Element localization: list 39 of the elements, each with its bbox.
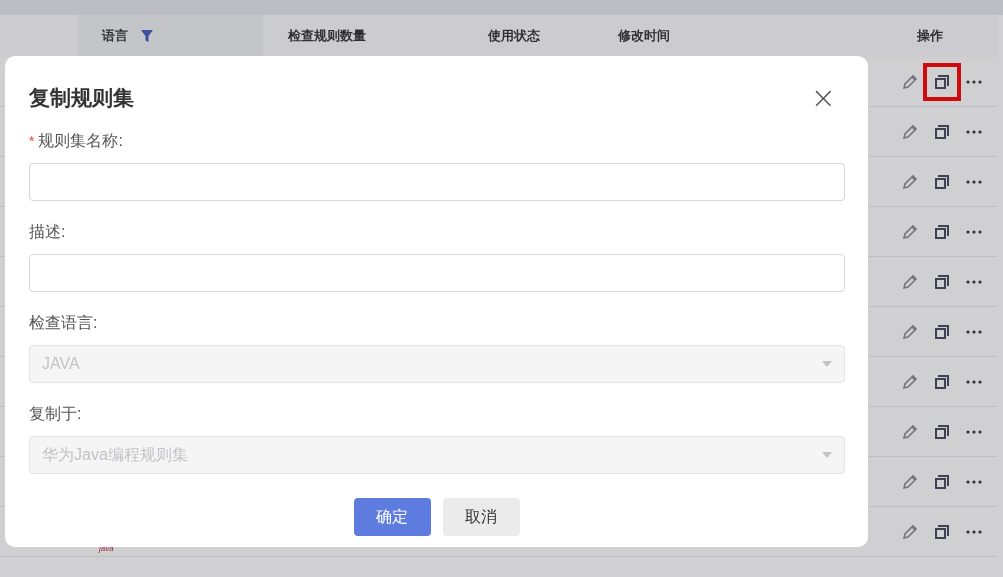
copy-icon[interactable] — [933, 222, 951, 241]
required-mark: * — [29, 133, 35, 149]
column-header: 修改时间 — [618, 27, 670, 45]
pencil-icon[interactable] — [901, 522, 919, 541]
pencil-icon[interactable] — [901, 422, 919, 441]
field-label: 复制于: — [29, 403, 82, 424]
confirm-button[interactable]: 确定 — [353, 498, 431, 536]
copy-icon[interactable] — [933, 422, 951, 441]
column-header: 检查规则数量 — [288, 27, 366, 45]
copy-icon[interactable] — [933, 472, 951, 491]
dialog-title: 复制规则集 — [29, 85, 134, 111]
pencil-icon[interactable] — [901, 72, 919, 91]
field-label: 描述: — [29, 221, 66, 242]
column-header: 使用状态 — [488, 27, 540, 45]
pencil-icon[interactable] — [901, 322, 919, 341]
pencil-icon[interactable] — [901, 222, 919, 241]
copy-icon[interactable] — [933, 322, 951, 341]
input-field[interactable] — [29, 254, 845, 292]
copy-icon[interactable] — [933, 122, 951, 141]
copy-icon[interactable] — [933, 172, 951, 191]
caret-icon — [822, 361, 832, 367]
copy-icon[interactable] — [933, 272, 951, 291]
copy-icon[interactable] — [933, 72, 951, 91]
column-header: 操作 — [917, 27, 943, 45]
field-label: 规则集名称: — [38, 130, 123, 151]
field-label: 检查语言: — [29, 312, 98, 333]
pencil-icon[interactable] — [901, 122, 919, 141]
copy-icon[interactable] — [933, 522, 951, 541]
pencil-icon[interactable] — [901, 172, 919, 191]
column-header[interactable]: 语言 — [102, 27, 128, 45]
pencil-icon[interactable] — [901, 372, 919, 391]
pencil-icon[interactable] — [901, 472, 919, 491]
language-text: java — [99, 544, 114, 553]
pencil-icon[interactable] — [901, 272, 919, 291]
input-field[interactable] — [29, 163, 845, 201]
filter-icon[interactable] — [140, 29, 154, 43]
cancel-button[interactable]: 取消 — [442, 498, 520, 536]
close-button[interactable]: × — [810, 85, 844, 111]
copy-icon[interactable] — [933, 372, 951, 391]
